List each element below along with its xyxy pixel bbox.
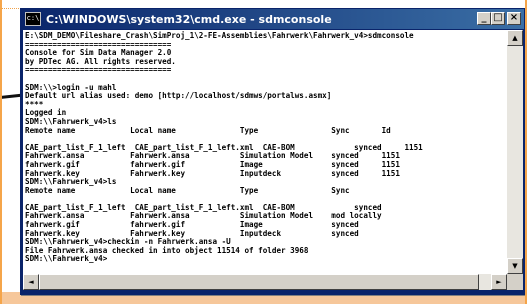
title-bar[interactable]: c:\ C:\WINDOWS\system32\cmd.exe - sdmcon… xyxy=(21,9,524,29)
console-line: Default url alias used: demo [http://loc… xyxy=(25,91,332,101)
cmd-window: c:\ C:\WINDOWS\system32\cmd.exe - sdmcon… xyxy=(20,8,525,295)
console-line: ================================ xyxy=(25,65,172,75)
console-area[interactable]: E:\SDM_DEMO\Fileshare_Crash\SimProj_1\2-… xyxy=(23,30,507,274)
maximize-button[interactable]: □ xyxy=(491,12,505,25)
scroll-right-icon[interactable]: ► xyxy=(491,274,507,290)
console-output: E:\SDM_DEMO\Fileshare_Crash\SimProj_1\2-… xyxy=(23,30,507,264)
window-title: C:\WINDOWS\system32\cmd.exe - sdmconsole xyxy=(46,12,332,26)
resize-grip[interactable] xyxy=(507,274,523,290)
console-line: Remote name Local name Type Sync xyxy=(25,185,350,195)
scroll-up-icon[interactable]: ▲ xyxy=(507,30,523,46)
horizontal-scroll-thumb[interactable] xyxy=(39,274,479,290)
minimize-button[interactable]: _ xyxy=(477,12,491,25)
horizontal-scrollbar[interactable]: ◄ ► xyxy=(23,274,507,290)
vertical-scrollbar[interactable]: ▲ ▼ xyxy=(507,30,523,274)
scroll-left-icon[interactable]: ◄ xyxy=(23,274,39,290)
cmd-icon[interactable]: c:\ xyxy=(25,12,41,26)
console-line: Remote name Local name Type Sync Id xyxy=(25,125,391,135)
console-line: SDM:\\Fahrwerk_v4> xyxy=(25,254,108,264)
close-button[interactable]: × xyxy=(507,12,521,25)
scroll-down-icon[interactable]: ▼ xyxy=(507,258,523,274)
